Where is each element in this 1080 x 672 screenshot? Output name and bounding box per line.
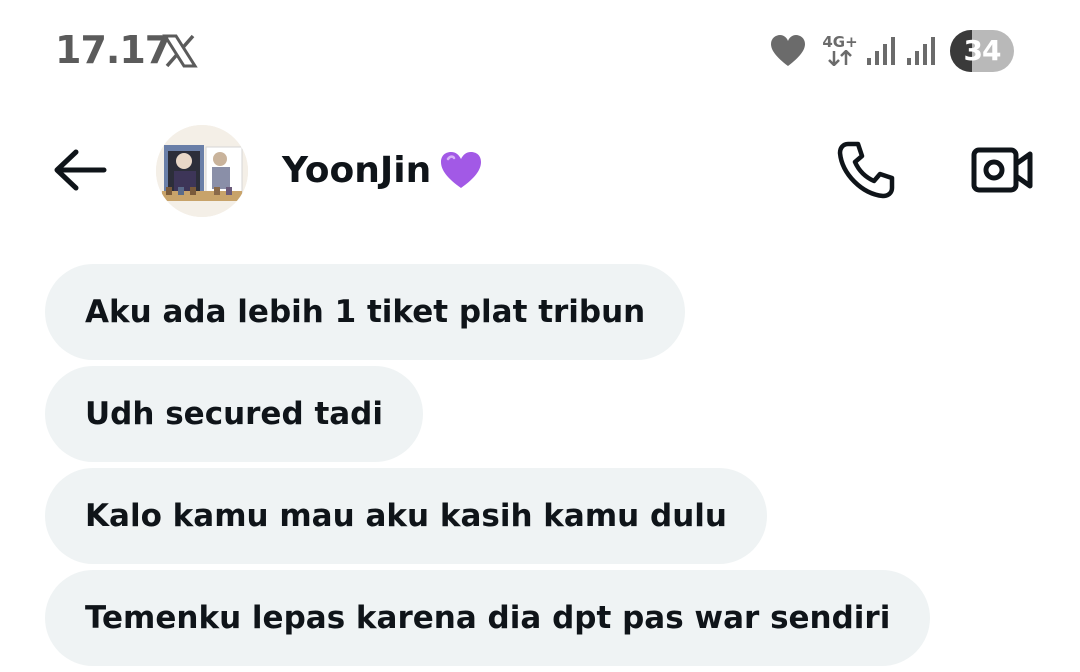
message-bubble[interactable]: Aku ada lebih 1 tiket plat tribun: [45, 264, 686, 360]
arrow-left-icon[interactable]: [50, 145, 110, 195]
contact-name: YoonJin: [282, 149, 432, 191]
network-arrows-icon: [828, 49, 852, 67]
x-logo-icon: [162, 34, 198, 68]
signal-icon: [907, 37, 935, 65]
message-bubble[interactable]: Kalo kamu mau aku kasih kamu dulu: [45, 468, 767, 564]
battery-icon: 34: [950, 30, 1014, 72]
status-time: 17.17: [55, 28, 171, 72]
heart-icon: [771, 35, 805, 66]
avatar-image: [156, 125, 248, 217]
network-label: 4G+: [822, 33, 858, 51]
video-camera-icon[interactable]: [970, 142, 1034, 198]
purple-heart-icon: [441, 152, 482, 188]
status-bar: 17.17 4G+ 34: [0, 0, 1080, 100]
message-bubble[interactable]: Temenku lepas karena dia dpt pas war sen…: [45, 570, 931, 666]
phone-icon[interactable]: [834, 138, 898, 202]
conversation-header: YoonJin: [0, 120, 1080, 220]
contact-name-wrap[interactable]: YoonJin: [282, 146, 483, 194]
message-bubble[interactable]: Udh secured tadi: [45, 366, 423, 462]
signal-icon: [867, 37, 895, 65]
avatar[interactable]: [156, 125, 248, 217]
network-indicator: 4G+: [820, 34, 860, 70]
battery-level: 34: [963, 34, 1002, 67]
message-list: Aku ada lebih 1 tiket plat tribun Udh se…: [45, 264, 1045, 672]
